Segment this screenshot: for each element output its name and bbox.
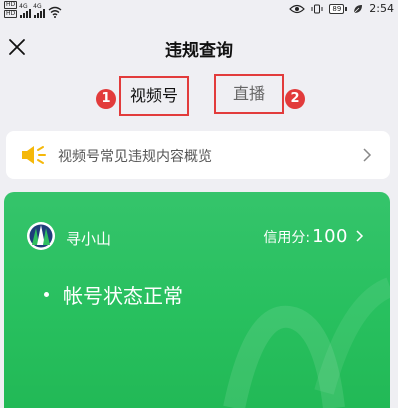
bullet-dot [44, 292, 49, 297]
avatar [27, 222, 55, 250]
network-type-1: 4G [19, 3, 28, 10]
violation-overview-link[interactable]: 视频号常见违规内容概览 [6, 131, 390, 179]
wifi-icon [48, 6, 62, 18]
chevron-right-icon [363, 148, 372, 162]
annotation-marker-1: 1 [96, 89, 116, 109]
chevron-right-icon [356, 230, 364, 242]
credit-score-link[interactable]: 信用分: 100 [263, 226, 364, 247]
status-bar: HD HD 4G 4G 89 2:54 [0, 0, 398, 18]
battery-icon: 89 [329, 3, 348, 14]
account-name: 寻小山 [66, 230, 112, 248]
account-status: 帐号状态正常 [44, 280, 183, 309]
network-type-2: 4G [33, 3, 42, 10]
tab-channels[interactable]: 视频号 [119, 76, 189, 116]
credit-score: 100 [312, 226, 348, 247]
notice-text: 视频号常见违规内容概览 [58, 149, 212, 165]
sim1-badge: HD [4, 1, 18, 9]
credit-label: 信用分: [263, 230, 311, 246]
clock: 2:54 [369, 2, 394, 15]
eye-icon [289, 4, 306, 13]
page-title: 违规查询 [165, 41, 233, 61]
signal-icon: 4G [19, 3, 32, 18]
tab-live[interactable]: 直播 [214, 74, 284, 114]
sim2-badge: HD [4, 10, 18, 18]
annotation-marker-2: 2 [285, 89, 305, 109]
account-status-text: 帐号状态正常 [63, 284, 183, 308]
leaf-icon [354, 4, 363, 13]
battery-level: 89 [329, 3, 345, 14]
header: 违规查询 [0, 30, 398, 64]
account-status-card: 寻小山 信用分: 100 帐号状态正常 [4, 192, 390, 408]
vibrate-icon [311, 4, 323, 13]
signal-icon-2: 4G [33, 3, 46, 18]
speaker-icon [22, 146, 46, 164]
